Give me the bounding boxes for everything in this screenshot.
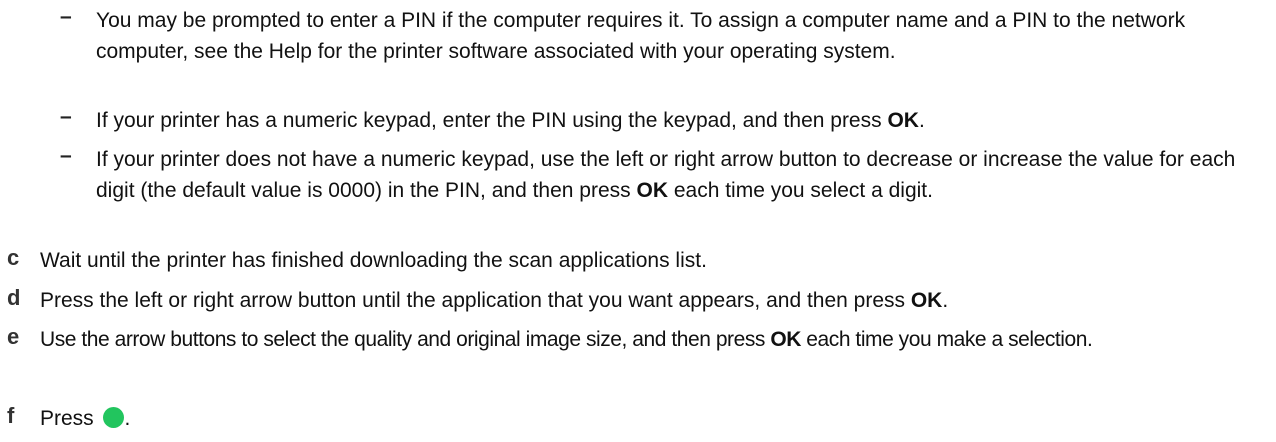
document-page: – You may be prompted to enter a PIN if … xyxy=(0,0,1276,442)
sub-item-marker: – xyxy=(60,144,72,167)
sub-item-text-after: . xyxy=(918,109,925,132)
step-letter: d xyxy=(7,285,21,310)
step-letter: c xyxy=(7,245,20,270)
step-text-before: Use the arrow buttons to select the qual… xyxy=(40,328,771,351)
sub-item-text: If your printer does not have a numeric … xyxy=(96,144,1266,206)
step-text: Press the left or right arrow button unt… xyxy=(40,285,1270,316)
step-text-before: Press the left or right arrow button unt… xyxy=(40,289,911,312)
sub-item-text-after: each time you select a digit. xyxy=(668,179,933,202)
green-start-button-icon xyxy=(102,407,124,428)
step-letter: f xyxy=(7,403,15,428)
step-letter: e xyxy=(7,324,20,349)
step-text-after: . xyxy=(942,289,949,312)
step-text-after: each time you make a selection. xyxy=(800,328,1093,351)
sub-item-text-before: If your printer has a numeric keypad, en… xyxy=(96,109,888,132)
sub-item-text: You may be prompted to enter a PIN if th… xyxy=(96,9,1186,63)
step-text-after: . xyxy=(124,407,131,430)
step-text-before: Press xyxy=(40,407,94,430)
sub-item-marker: – xyxy=(60,5,72,28)
ok-keyword: OK xyxy=(770,328,801,351)
ok-keyword: OK xyxy=(910,289,943,312)
ok-keyword: OK xyxy=(887,109,919,132)
step-text: Use the arrow buttons to select the qual… xyxy=(40,324,1270,355)
sub-item-text: If your printer has a numeric keypad, en… xyxy=(96,105,1266,136)
step-text: Wait until the printer has finished down… xyxy=(40,249,707,272)
step-text: Press . xyxy=(40,403,1270,434)
ok-keyword: OK xyxy=(636,179,669,202)
sub-item-marker: – xyxy=(60,105,72,128)
